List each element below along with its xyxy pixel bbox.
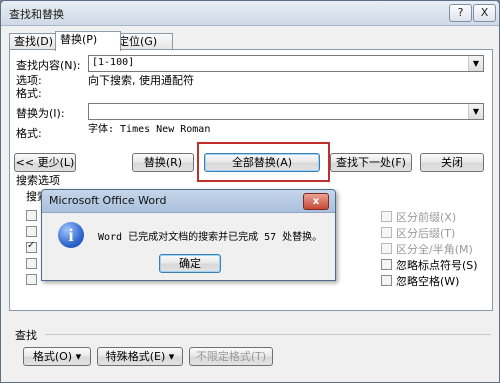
ignore-space-label: 忽略空格(W) xyxy=(396,275,460,288)
prefix-checkbox[interactable] xyxy=(381,211,392,222)
option-checkbox[interactable] xyxy=(26,274,37,285)
special-format-button[interactable]: 特殊格式(E) ▾ xyxy=(97,347,183,366)
ok-button[interactable]: 确定 xyxy=(159,254,221,273)
info-icon: i xyxy=(58,222,84,248)
find-value: [1-100] xyxy=(92,57,135,68)
option-checkbox[interactable] xyxy=(26,258,37,269)
find-section-label: 查找 xyxy=(15,329,37,342)
find-dropdown-icon[interactable]: ▼ xyxy=(468,56,483,71)
title-bar[interactable]: 查找和替换 ? X xyxy=(1,1,499,26)
replace-format-value: 字体: Times New Roman xyxy=(88,124,211,135)
tab-goto[interactable]: 定位(G) xyxy=(113,33,173,50)
no-format-button[interactable]: 不限定格式(T) xyxy=(189,347,273,366)
message-box-close-button[interactable]: x xyxy=(303,193,329,210)
ignore-space-checkbox[interactable] xyxy=(381,275,392,286)
tab-replace[interactable]: 替换(P) xyxy=(55,31,121,51)
replace-input[interactable]: ▼ xyxy=(88,103,484,120)
find-next-button[interactable]: 查找下一处(F) xyxy=(330,153,412,172)
format-button[interactable]: 格式(O) ▾ xyxy=(23,347,91,366)
options-value: 向下搜索, 使用通配符 xyxy=(88,74,194,87)
close-button[interactable]: 关闭 xyxy=(420,153,484,172)
find-replace-dialog: 查找和替换 ? X 查找(D) 替换(P) 定位(G) 查找内容(N): [1-… xyxy=(0,0,500,383)
width-checkbox[interactable] xyxy=(381,243,392,254)
replace-dropdown-icon[interactable]: ▼ xyxy=(468,104,483,119)
option-checkbox-checked[interactable] xyxy=(26,240,37,253)
find-input[interactable]: [1-100] ▼ xyxy=(88,55,484,72)
search-options-header: 搜索选项 xyxy=(16,174,60,187)
suffix-label: 区分后缀(T) xyxy=(396,227,456,240)
close-window-button[interactable]: X xyxy=(473,4,496,22)
message-text: Word 已完成对文档的搜索并已完成 57 处替换。 xyxy=(98,232,323,243)
option-checkbox[interactable] xyxy=(26,226,37,237)
suffix-checkbox[interactable] xyxy=(381,227,392,238)
option-checkbox[interactable] xyxy=(26,210,37,221)
find-format-label: 格式: xyxy=(16,87,42,100)
help-button[interactable]: ? xyxy=(449,4,472,22)
message-box-title: Microsoft Office Word xyxy=(49,194,167,207)
replace-format-label: 格式: xyxy=(16,127,42,140)
message-box: Microsoft Office Word x i Word 已完成对文档的搜索… xyxy=(41,189,336,281)
message-box-title-bar[interactable]: Microsoft Office Word x xyxy=(42,190,335,213)
ignore-punct-checkbox[interactable] xyxy=(381,259,392,270)
replace-button[interactable]: 替换(R) xyxy=(132,153,194,172)
width-label: 区分全/半角(M) xyxy=(396,243,473,256)
replace-label: 替换为(I): xyxy=(16,107,65,120)
tab-find[interactable]: 查找(D) xyxy=(9,33,61,50)
divider xyxy=(45,334,491,335)
dialog-title: 查找和替换 xyxy=(9,8,64,21)
highlight-box xyxy=(197,142,330,182)
less-button[interactable]: << 更少(L) xyxy=(14,153,76,172)
prefix-label: 区分前缀(X) xyxy=(396,211,457,224)
find-label: 查找内容(N): xyxy=(16,59,81,72)
ignore-punct-label: 忽略标点符号(S) xyxy=(396,259,478,272)
